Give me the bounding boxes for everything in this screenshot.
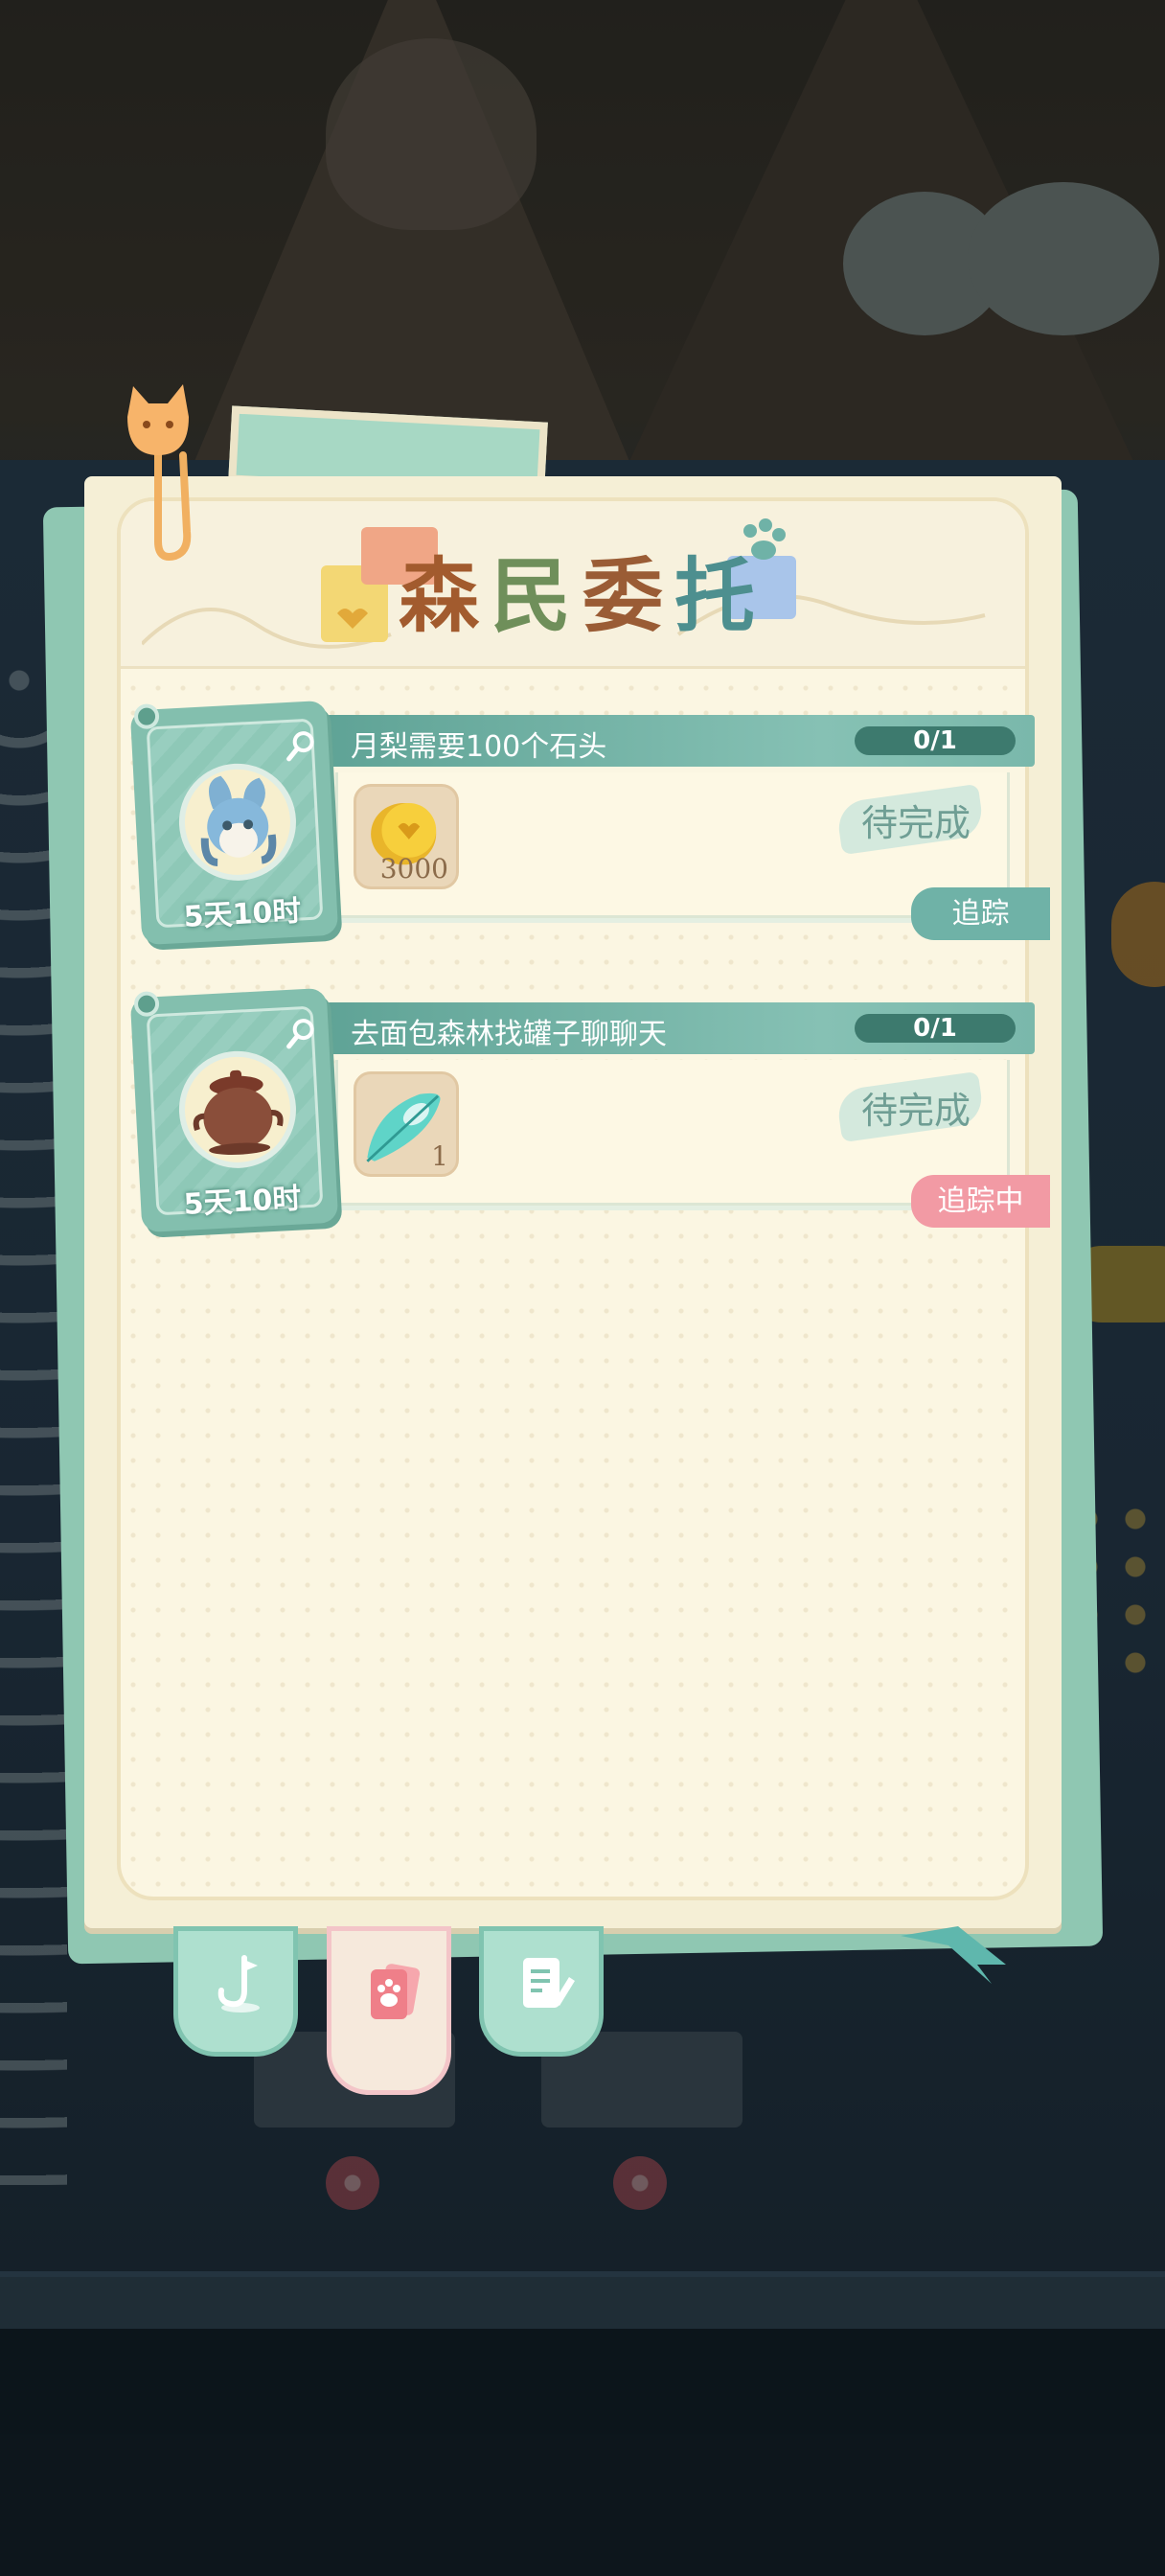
title-char: 托 — [674, 548, 767, 643]
page-title: 森民委托 — [0, 532, 1165, 648]
search-icon[interactable] — [284, 728, 318, 763]
reward-count: 3000 — [379, 853, 448, 885]
tracking-button[interactable]: 追踪中 — [911, 1175, 1050, 1228]
notebook-pencil-icon — [523, 1958, 575, 2008]
reward-slot[interactable]: 1 — [354, 1071, 459, 1177]
quest-card[interactable]: 月梨需要100个石头 0/1 3000 待完成 5天10时 追踪 — [125, 700, 1050, 949]
quest-body: 3000 待完成 — [335, 772, 1010, 918]
clay-pot-npc-icon — [193, 1070, 284, 1155]
search-icon[interactable] — [284, 1016, 318, 1050]
paw-card-icon — [371, 1964, 421, 2019]
reward-slot[interactable]: 3000 — [354, 784, 459, 889]
fishing-hook-icon — [217, 1955, 260, 2012]
quest-title: 月梨需要100个石头 — [351, 730, 607, 764]
blue-rabbit-npc-icon — [200, 775, 277, 866]
quest-progress: 0/1 — [855, 1014, 1016, 1043]
title-char: 森 — [398, 548, 491, 643]
quest-status: 待完成 — [860, 1090, 971, 1132]
quest-title-bar: 去面包森林找罐子聊聊天 0/1 — [326, 1002, 1035, 1054]
npc-portrait-frame — [175, 760, 300, 884]
quest-status: 待完成 — [860, 802, 971, 844]
ribbon-decoration — [901, 1926, 1006, 1984]
npc-card-inner: 5天10时 — [146, 718, 324, 934]
tab-notebook[interactable] — [479, 1926, 604, 2057]
npc-portrait-frame — [175, 1047, 300, 1171]
quest-title: 去面包森林找罐子聊聊天 — [351, 1018, 667, 1051]
quest-progress: 0/1 — [855, 726, 1016, 755]
tab-commission[interactable] — [327, 1926, 451, 2095]
quest-body: 1 待完成 — [335, 1060, 1010, 1206]
npc-card-inner: 5天10时 — [146, 1005, 324, 1222]
quest-title-bar: 月梨需要100个石头 0/1 — [326, 715, 1035, 767]
time-remaining: 5天10时 — [182, 1182, 303, 1222]
npc-card[interactable]: 5天10时 — [129, 700, 339, 946]
time-remaining: 5天10时 — [182, 894, 303, 934]
npc-card[interactable]: 5天10时 — [129, 987, 339, 1233]
quest-card[interactable]: 去面包森林找罐子聊聊天 0/1 1 待完成 5天10时 追踪中 — [125, 987, 1050, 1236]
tab-fishing[interactable] — [173, 1926, 298, 2057]
track-button[interactable]: 追踪 — [911, 887, 1050, 940]
title-char: 委 — [582, 548, 675, 643]
title-char: 民 — [490, 548, 582, 643]
reward-count: 1 — [431, 1140, 448, 1172]
